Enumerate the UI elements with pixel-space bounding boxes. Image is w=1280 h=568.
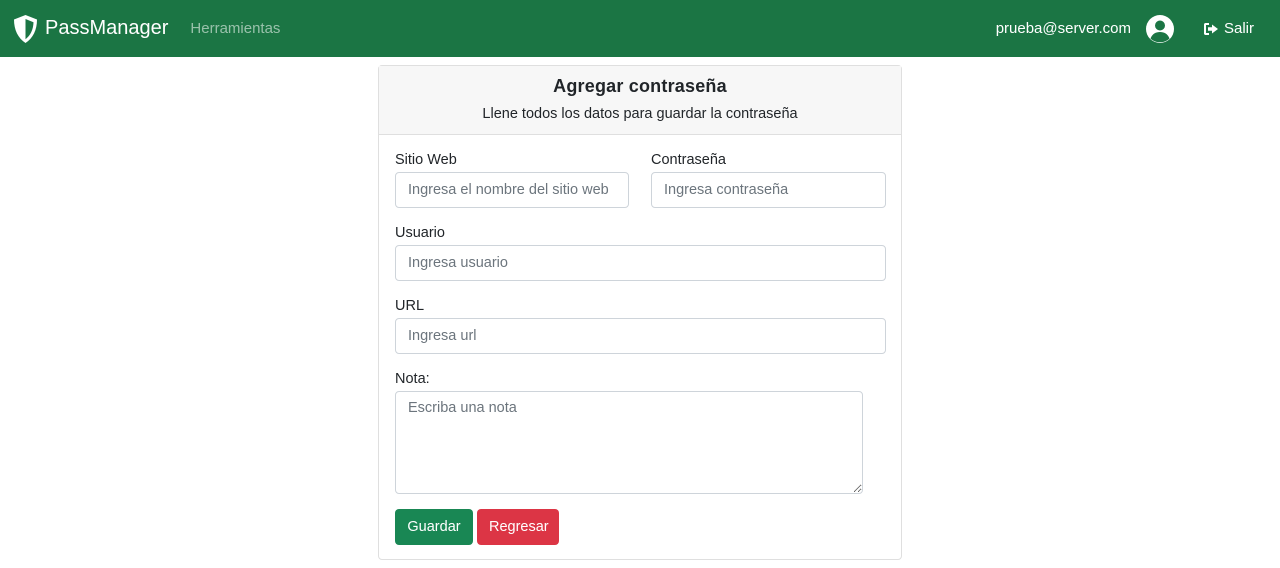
shield-icon <box>12 14 39 44</box>
url-input[interactable] <box>395 318 886 354</box>
user-email: prueba@server.com <box>995 20 1131 37</box>
website-input[interactable] <box>395 172 629 208</box>
card-header: Agregar contraseña Llene todos los datos… <box>379 66 901 135</box>
note-textarea[interactable] <box>395 391 863 494</box>
url-label: URL <box>395 298 425 314</box>
card-title: Agregar contraseña <box>553 76 727 96</box>
sign-out-icon <box>1203 22 1219 36</box>
website-label: Sitio Web <box>395 152 457 168</box>
password-label: Contraseña <box>651 152 726 168</box>
user-label: Usuario <box>395 225 445 241</box>
user-circle-icon[interactable] <box>1145 14 1175 44</box>
nav-link-herramientas[interactable]: Herramientas <box>190 20 280 37</box>
note-label: Nota: <box>395 371 430 387</box>
add-password-card: Agregar contraseña Llene todos los datos… <box>378 65 902 560</box>
password-input[interactable] <box>651 172 886 208</box>
logout-label: Salir <box>1223 20 1254 37</box>
navbar: PassManager Herramientas prueba@server.c… <box>0 0 1280 57</box>
back-button[interactable]: Regresar <box>477 509 559 545</box>
card-subtitle: Llene todos los datos para guardar la co… <box>482 106 798 122</box>
user-area: prueba@server.com Salir <box>996 0 1254 57</box>
save-button[interactable]: Guardar <box>395 509 473 545</box>
brand-name: PassManager <box>45 17 169 39</box>
logout-link[interactable]: Salir <box>1203 20 1254 37</box>
user-input[interactable] <box>395 245 886 281</box>
brand-link[interactable]: PassManager <box>12 14 168 44</box>
